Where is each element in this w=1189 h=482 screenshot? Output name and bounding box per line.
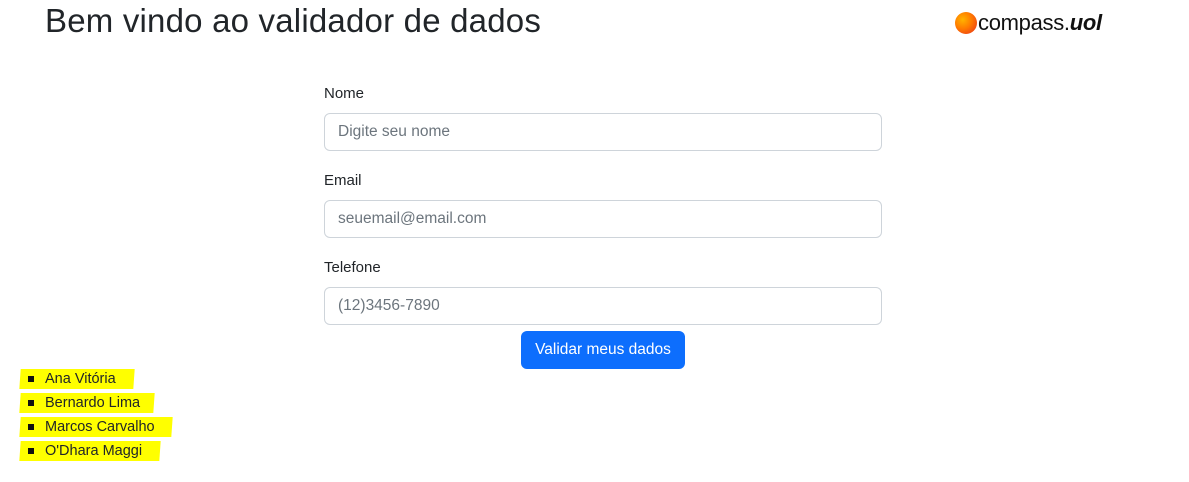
email-input[interactable] [324,200,882,238]
square-bullet-icon [28,400,34,406]
phone-input[interactable] [324,287,882,325]
compass-uol-logo: compass.uol [955,8,1102,38]
list-item: O'Dhara Maggi [19,439,161,463]
validate-button[interactable]: Validar meus dados [521,331,685,369]
logo-text-bold: uol [1069,10,1102,35]
phone-label: Telefone [324,259,381,276]
square-bullet-icon [28,448,34,454]
compass-circle-icon [955,12,977,34]
email-label: Email [324,172,362,189]
list-item-text: O'Dhara Maggi [45,443,143,459]
list-item-text: Ana Vitória [45,371,116,387]
square-bullet-icon [28,424,34,430]
list-item: Marcos Carvalho [19,415,173,439]
list-item: Ana Vitória [19,367,155,391]
name-input[interactable] [324,113,882,151]
logo-text: compass.uol [978,12,1102,34]
list-item-text: Bernardo Lima [45,395,141,411]
data-validation-form: Nome Email Telefone [324,84,882,345]
names-list: Ana Vitória Bernardo Lima Marcos Carvalh… [19,367,173,463]
list-item: Bernardo Lima [19,391,155,415]
page: Bem vindo ao validador de dados compass.… [0,0,1189,482]
list-item-text: Marcos Carvalho [45,419,155,435]
page-title: Bem vindo ao validador de dados [45,2,542,39]
logo-text-main: compass. [978,10,1070,35]
name-label: Nome [324,85,365,102]
square-bullet-icon [28,376,34,382]
